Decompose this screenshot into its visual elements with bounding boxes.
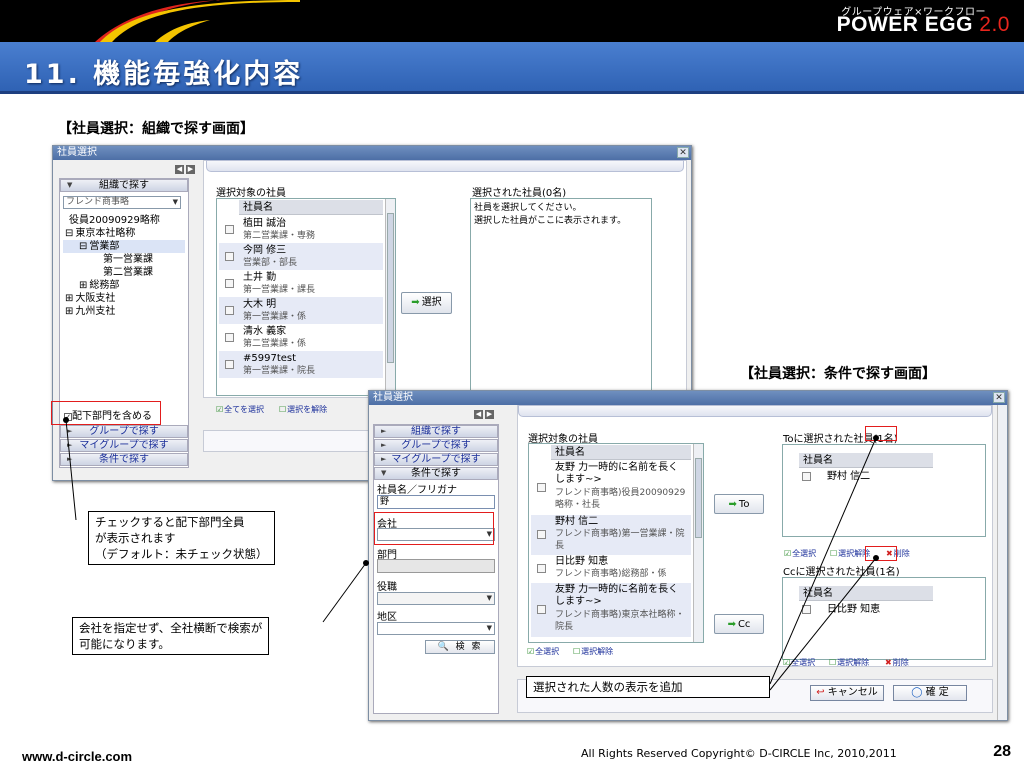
footer-url: www.d-circle.com <box>22 749 133 764</box>
callout-sub-dept-line-3: （デフォルト：未チェック状態） <box>95 547 268 561</box>
page-number: 28 <box>993 743 1011 760</box>
callout-company: 会社を指定せず、全社横断で検索が 可能になります。 <box>72 617 270 655</box>
callout-company-line-1: 会社を指定せず、全社横断で検索が <box>79 621 263 635</box>
callout-count: 選択された人数の表示を追加 <box>526 676 770 698</box>
callout-company-line-2: 可能になります。 <box>79 637 170 651</box>
callout-sub-dept-line-2: が表示されます <box>95 531 176 545</box>
callout-sub-dept: チェックすると配下部門全員 が表示されます （デフォルト：未チェック状態） <box>88 511 275 565</box>
footer-copyright: All Rights Reserved Copyright© D-CIRCLE … <box>581 747 897 760</box>
callout-sub-dept-line-1: チェックすると配下部門全員 <box>95 515 245 529</box>
